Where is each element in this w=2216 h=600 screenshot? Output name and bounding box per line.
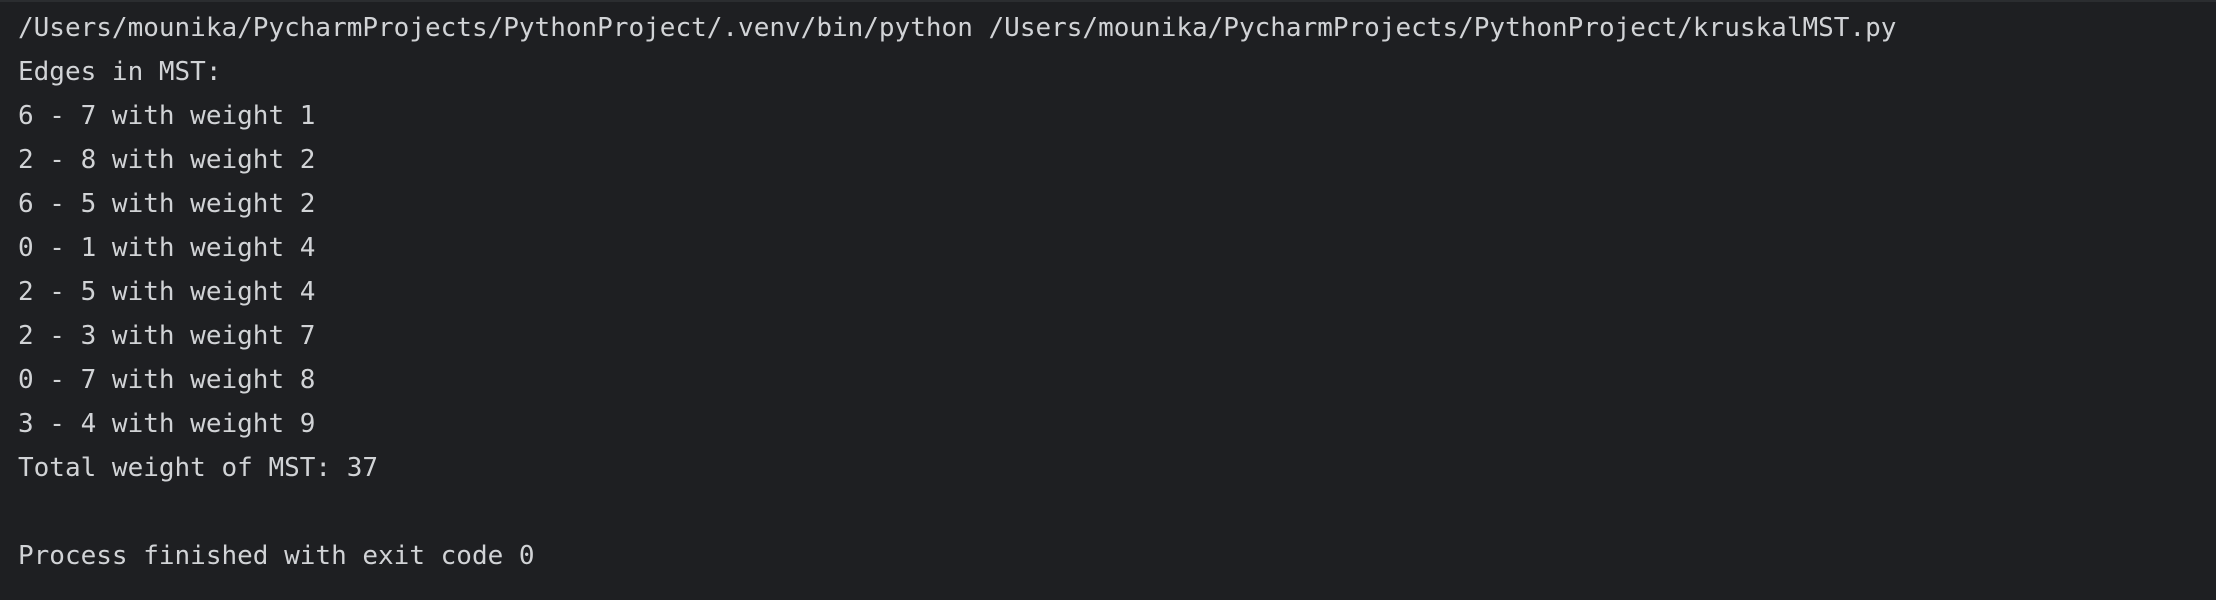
run-console-output[interactable]: /Users/mounika/PycharmProjects/PythonPro… — [0, 0, 2216, 600]
edge-line: 3 - 4 with weight 9 — [18, 409, 316, 439]
command-line[interactable]: /Users/mounika/PycharmProjects/PythonPro… — [18, 6, 2216, 50]
edge-line: 0 - 1 with weight 4 — [18, 233, 316, 263]
edge-line: 6 - 7 with weight 1 — [18, 101, 316, 131]
edge-line: 0 - 7 with weight 8 — [18, 365, 316, 395]
edges-header: Edges in MST: — [18, 57, 222, 87]
total-weight-line: Total weight of MST: 37 — [18, 453, 379, 483]
edge-line: 2 - 3 with weight 7 — [18, 321, 316, 351]
edge-line: 2 - 8 with weight 2 — [18, 145, 316, 175]
edge-line: 6 - 5 with weight 2 — [18, 189, 316, 219]
edge-line: 2 - 5 with weight 4 — [18, 277, 316, 307]
exit-message: Process finished with exit code 0 — [18, 541, 535, 571]
